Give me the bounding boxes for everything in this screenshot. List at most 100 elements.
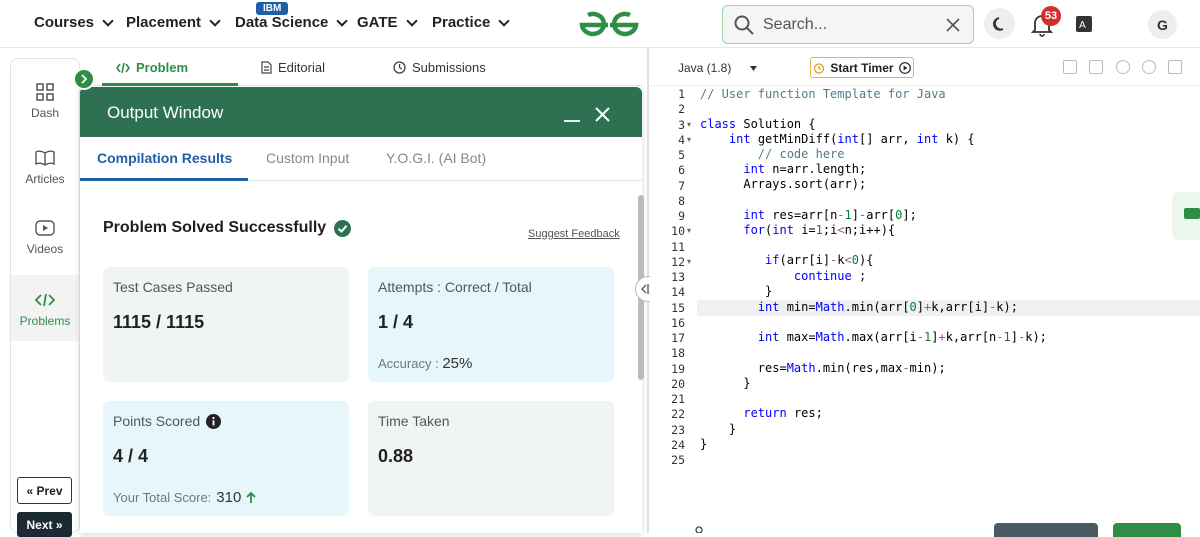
fold-toggle-icon[interactable]: ▾ xyxy=(687,135,691,144)
expand-panel-button[interactable] xyxy=(73,68,95,90)
video-icon xyxy=(35,220,55,236)
left-rail: Dash Articles Videos Problems xyxy=(10,58,80,533)
line-number: 10 xyxy=(671,224,685,239)
line-number: 14 xyxy=(671,285,685,300)
rail-label: Problems xyxy=(19,314,71,328)
info-icon[interactable] xyxy=(206,413,222,429)
compile-run-button[interactable] xyxy=(994,523,1098,537)
line-number: 9 xyxy=(678,209,685,223)
total-score-label: Your Total Score: xyxy=(113,490,212,505)
suggest-feedback-link[interactable]: Suggest Feedback xyxy=(528,228,620,240)
line-number: 2 xyxy=(678,102,685,117)
line-number: 4 xyxy=(678,132,685,147)
tab-problem[interactable]: Problem xyxy=(116,60,188,75)
output-window: Output Window Compilation Results Custom… xyxy=(80,87,642,533)
nav-label: Placement xyxy=(126,14,202,31)
output-window-header: Output Window xyxy=(80,87,642,137)
rail-item-dash[interactable]: Dash xyxy=(11,81,79,131)
accuracy-value: 25% xyxy=(442,355,473,372)
chevron-down-icon xyxy=(209,14,221,27)
card-value: 0.88 xyxy=(378,446,414,466)
tab-submissions[interactable]: Submissions xyxy=(393,60,486,75)
chevron-down-icon xyxy=(102,14,114,27)
sun-icon[interactable] xyxy=(692,523,706,533)
rail-label: Articles xyxy=(25,172,65,186)
nav-data-science[interactable]: Data Science xyxy=(235,14,349,31)
clock-icon xyxy=(393,61,406,74)
close-icon[interactable] xyxy=(945,17,961,33)
dashboard-icon xyxy=(36,83,54,101)
time-taken-card: Time Taken 0.88 xyxy=(368,401,614,516)
submit-button[interactable] xyxy=(1113,523,1181,537)
side-widget-button[interactable] xyxy=(1172,192,1200,240)
fold-toggle-icon[interactable]: ▾ xyxy=(687,257,691,266)
fold-toggle-icon[interactable]: ▾ xyxy=(687,120,691,129)
code-comment: // User function Template for Java xyxy=(700,87,946,101)
play-icon xyxy=(898,61,911,74)
attempts-card: Attempts : Correct / Total 1 / 4 Accurac… xyxy=(368,267,614,382)
line-number: 25 xyxy=(671,453,685,467)
tab-label: Problem xyxy=(136,60,189,75)
editor-toolbar: Java (1.8) Start Timer xyxy=(650,48,1200,86)
test-cases-card: Test Cases Passed 1115 / 1115 xyxy=(103,267,349,382)
card-value: 4 / 4 xyxy=(113,446,149,466)
notification-count-badge: 53 xyxy=(1041,6,1061,26)
tab-editorial[interactable]: Editorial xyxy=(261,60,325,75)
card-value: 1 / 4 xyxy=(378,312,414,332)
nav-placement[interactable]: Placement xyxy=(126,14,221,31)
nav-courses[interactable]: Courses xyxy=(34,14,114,31)
document-icon xyxy=(261,61,272,74)
editor-bottom-bar xyxy=(650,516,1200,537)
language-value: Java (1.8) xyxy=(678,61,732,75)
tab-custom-input[interactable]: Custom Input xyxy=(266,150,349,166)
code-editor[interactable]: // User function Template for Java class… xyxy=(700,86,1200,516)
check-circle-icon xyxy=(334,219,352,237)
tab-underline xyxy=(80,178,248,181)
dark-mode-toggle[interactable] xyxy=(984,8,1015,39)
upload-icon[interactable] xyxy=(1089,60,1103,74)
minimize-icon[interactable] xyxy=(563,107,581,123)
chevron-down-icon xyxy=(498,14,511,27)
rail-item-articles[interactable]: Articles xyxy=(11,147,79,197)
rail-item-videos[interactable]: Videos xyxy=(11,217,79,267)
start-timer-button[interactable]: Start Timer xyxy=(810,57,914,78)
card-label: Points Scored xyxy=(113,413,201,429)
nav-gate[interactable]: GATE xyxy=(357,14,418,31)
next-button[interactable]: Next » xyxy=(17,512,72,537)
gfg-logo[interactable] xyxy=(578,9,640,39)
search-input[interactable]: Search... xyxy=(763,16,945,34)
accuracy-line: Accuracy : 25% xyxy=(378,355,472,372)
line-number: 15 xyxy=(671,300,685,315)
nav-practice[interactable]: Practice xyxy=(432,14,511,31)
card-label: Time Taken xyxy=(378,413,450,429)
points-card: Points Scored 4 / 4 Your Total Score: 31… xyxy=(103,401,349,516)
total-score-value: 310 xyxy=(216,489,242,506)
tab-label: Submissions xyxy=(412,60,486,75)
avatar[interactable]: G xyxy=(1148,10,1177,39)
search-bar[interactable]: Search... xyxy=(722,5,974,44)
reset-icon[interactable] xyxy=(1142,60,1156,74)
prev-button[interactable]: « Prev xyxy=(17,477,72,504)
nav-label: Practice xyxy=(432,14,491,31)
settings-icon[interactable] xyxy=(1116,60,1130,74)
copy-icon[interactable] xyxy=(1063,60,1077,74)
alarm-icon xyxy=(814,62,825,74)
line-number: 3 xyxy=(678,117,685,132)
line-number: 11 xyxy=(671,239,685,254)
status-heading: Problem Solved Successfully xyxy=(103,219,352,237)
caret-down-icon xyxy=(750,65,757,71)
chat-icon xyxy=(1184,208,1200,219)
fold-toggle-icon[interactable]: ▾ xyxy=(687,226,691,235)
tab-compilation-results[interactable]: Compilation Results xyxy=(97,150,232,166)
tab-yogi-ai-bot[interactable]: Y.O.G.I. (AI Bot) xyxy=(386,150,486,166)
language-select[interactable]: Java (1.8) xyxy=(670,57,765,79)
rail-item-problems[interactable]: Problems xyxy=(11,275,79,341)
line-number: 5 xyxy=(678,148,685,162)
fullscreen-icon[interactable] xyxy=(1168,60,1182,74)
line-number: 19 xyxy=(671,361,685,376)
close-icon[interactable] xyxy=(595,107,610,122)
output-window-title: Output Window xyxy=(107,103,224,122)
translate-icon[interactable]: A xyxy=(1075,15,1093,33)
code-icon xyxy=(116,62,130,73)
nav-label: Data Science xyxy=(235,14,329,31)
